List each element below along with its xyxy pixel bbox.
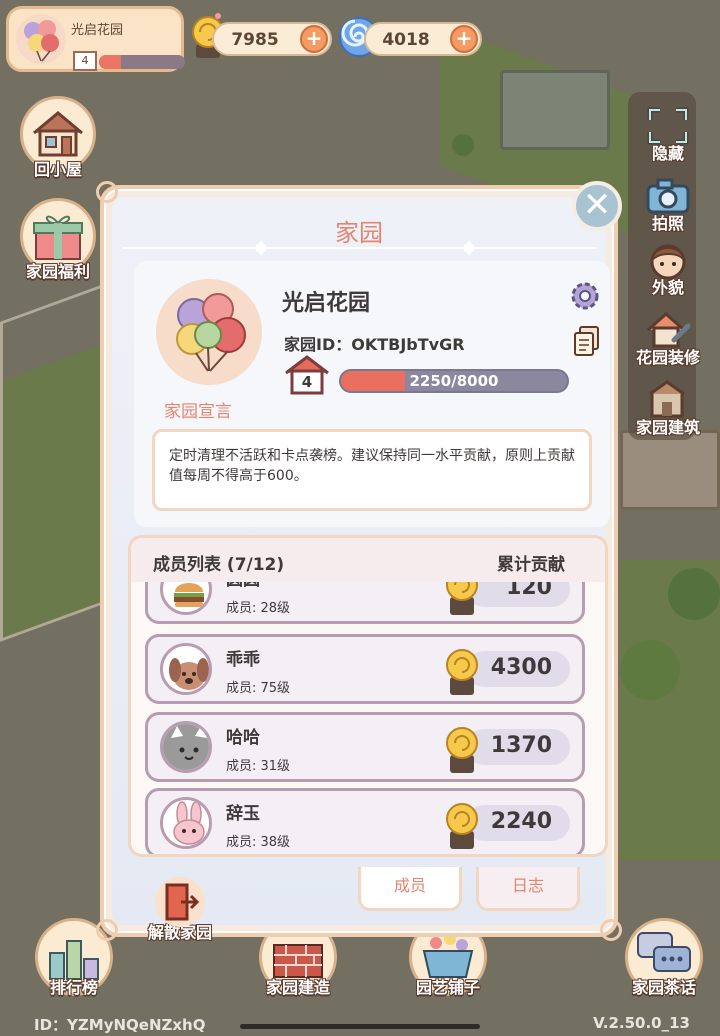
member-name: 哈哈 (226, 728, 260, 748)
bunny-icon (160, 797, 212, 849)
member-contribution-value: 120 (506, 582, 552, 600)
garden-info-card: 家园宣言 光启花园 家园ID：OKTBJbTvGR 4 2250/8000 定时… (134, 261, 610, 527)
member-list-header: 成员列表 (7/12) 累计贡献 (131, 538, 605, 582)
snail-coin-icon (446, 803, 478, 849)
leaderboard-label: 排行榜 (49, 978, 98, 997)
garden-info-chip[interactable]: 光启花园 4 (6, 6, 185, 72)
garden-construction-label: 家园建造 (265, 978, 330, 997)
app-version: V.2.50.0_13 (593, 1014, 690, 1032)
member-name: 辞玉 (226, 804, 260, 824)
member-row[interactable]: 乖乖 成员: 75级 4300 (145, 634, 585, 704)
balloon-avatar-icon[interactable] (156, 279, 262, 385)
garden-welfare-label: 家园福利 (25, 262, 90, 281)
photo-button[interactable]: 拍照 (628, 176, 708, 234)
member-level: 成员: 31级 (226, 759, 291, 774)
manifesto-label[interactable]: 家园宣言 (164, 397, 232, 422)
gem-counter: 4018 + (364, 22, 482, 56)
garden-exp-bar: 2250/8000 (339, 369, 569, 393)
member-row[interactable]: 囡囡 成员: 28级 120 (145, 582, 585, 624)
garden-level-value: 4 (301, 373, 313, 391)
tab-log[interactable]: 日志 (476, 867, 580, 911)
burger-icon (160, 582, 212, 615)
member-level: 成员: 38级 (226, 835, 291, 850)
member-name: 囡囡 (226, 582, 260, 590)
modal-title: 家园 (335, 219, 383, 247)
contribution-column-title: 累计贡献 (497, 555, 565, 575)
member-level: 成员: 75级 (226, 681, 291, 696)
member-name: 乖乖 (226, 650, 260, 670)
member-contribution-value: 2240 (490, 809, 552, 834)
exit-door-icon (155, 877, 205, 927)
copy-id-icon[interactable] (572, 325, 602, 359)
settings-gear-icon[interactable] (568, 279, 602, 313)
building-icon (644, 380, 692, 420)
title-divider (122, 247, 596, 249)
member-contribution-value: 1370 (490, 733, 552, 758)
tab-members[interactable]: 成员 (358, 867, 462, 911)
garden-building-button[interactable]: 家园建筑 (628, 380, 708, 438)
member-contribution-value: 4300 (490, 655, 552, 680)
gem-value: 4018 (382, 30, 430, 50)
close-button[interactable]: ✕ (572, 181, 622, 231)
camera-icon (644, 176, 692, 216)
coin-counter: 7985 + (212, 22, 332, 56)
gardening-shop-label: 园艺铺子 (415, 978, 480, 997)
home-indicator[interactable] (240, 1024, 480, 1029)
snail-coin-icon (446, 649, 478, 695)
player-id: ID：YZMyNQeNZxhQ (34, 1016, 206, 1034)
balloon-avatar-icon (16, 14, 66, 64)
snail-coin-icon (446, 582, 478, 615)
garden-name-label: 光启花园 (71, 23, 124, 38)
garden-chat-label: 家园茶话 (631, 978, 696, 997)
member-row[interactable]: 哈哈 成员: 31级 1370 (145, 712, 585, 782)
house-wrench-icon (644, 310, 692, 350)
member-row[interactable]: 辞玉 成员: 38级 2240 (145, 788, 585, 854)
garden-id: 家园ID：OKTBJbTvGR (284, 335, 465, 354)
member-list[interactable]: 囡囡 成员: 28级 120 (131, 582, 605, 854)
garden-decorate-button[interactable]: 花园装修 (628, 310, 708, 368)
character-face-icon (644, 240, 692, 280)
garden-level-bar (99, 55, 185, 69)
manifesto-text: 定时清理不活跃和卡点袭榜。建议保持同一水平贡献，原则上贡献值每周不得高于600。 (152, 429, 592, 511)
back-to-cabin-label: 回小屋 (33, 160, 82, 179)
garden-chat-button[interactable]: 家园茶话 (614, 918, 714, 998)
member-count-title: 成员列表 (7/12) (153, 555, 285, 575)
appearance-button[interactable]: 外貌 (628, 240, 708, 298)
back-to-cabin-button[interactable]: 回小屋 (10, 96, 106, 180)
disband-garden-button[interactable]: 解散家园 (132, 877, 228, 943)
hide-ui-button[interactable]: 隐藏 (628, 106, 708, 164)
gray-cat-icon (160, 721, 212, 773)
garden-level-badge: 4 (284, 355, 330, 395)
puppy-icon (160, 643, 212, 695)
snail-coin-icon (446, 727, 478, 773)
member-level: 成员: 28级 (226, 601, 291, 616)
garden-welfare-button[interactable]: 家园福利 (10, 198, 106, 282)
garden-modal: 家园 家园宣言 光启花园 家园ID：OKTBJbTvGR 4 2250/8000… (96, 181, 622, 942)
coin-value: 7985 (231, 30, 279, 50)
garden-exp-text: 2250/8000 (409, 372, 499, 390)
garden-level-badge: 4 (73, 51, 97, 71)
hide-frame-icon (644, 106, 692, 146)
add-coins-button[interactable]: + (300, 25, 328, 53)
member-list-panel: 成员列表 (7/12) 累计贡献 囡囡 成员: 28级 (128, 535, 608, 857)
garden-name: 光启花园 (282, 291, 371, 316)
add-gems-button[interactable]: + (450, 25, 478, 53)
